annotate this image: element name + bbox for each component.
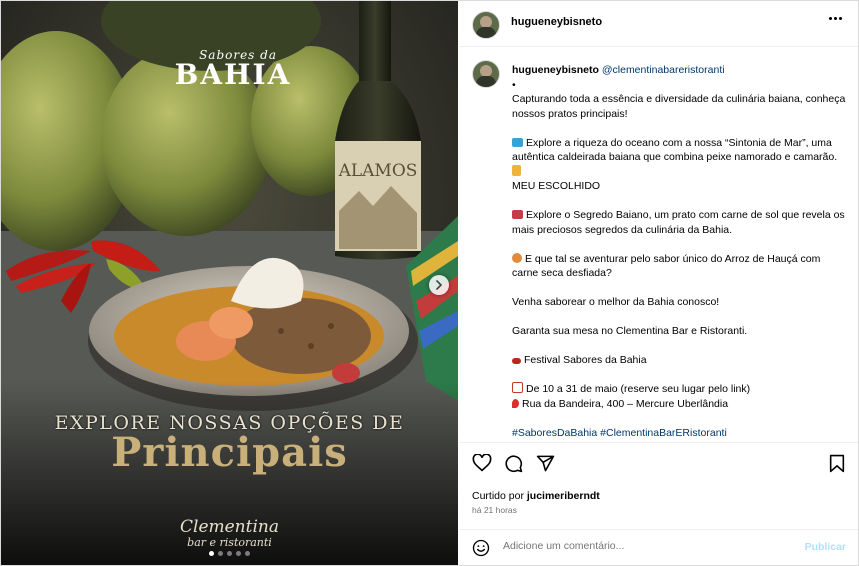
- pin-emoji: [512, 398, 519, 408]
- caption-mention[interactable]: @clementinabareristoranti: [602, 64, 725, 76]
- carousel-dots: [1, 551, 458, 556]
- carousel-dot: [227, 551, 232, 556]
- fish-emoji: [512, 137, 523, 147]
- wine-label: ALAMOS: [338, 161, 418, 181]
- header-username[interactable]: hugueneybisneto: [511, 16, 602, 28]
- post-dialog: ALAMOS Sabores da BAHIA EXPLORE NOSSAS O…: [0, 0, 859, 566]
- pepper-emoji: [512, 358, 521, 364]
- sabores-da-bahia-logo: Sabores da BAHIA: [174, 48, 292, 91]
- avatar[interactable]: [472, 11, 500, 39]
- caption-scroll-area[interactable]: hugueneybisneto @clementinabareristorant…: [459, 47, 858, 443]
- heart-icon[interactable]: [472, 454, 492, 472]
- liked-by-user[interactable]: jucimeriberndt: [527, 490, 600, 502]
- carousel-next-button[interactable]: [429, 275, 449, 295]
- post-header: hugueneybisneto: [459, 1, 858, 47]
- comment-bar: Publicar: [459, 529, 858, 565]
- carousel-dot: [209, 551, 214, 556]
- caption-username[interactable]: hugueneybisneto: [512, 64, 599, 76]
- caption-avatar[interactable]: [472, 60, 500, 88]
- next-arrow-icon: [436, 280, 443, 290]
- steak-emoji: [512, 210, 523, 219]
- bookmark-icon[interactable]: [829, 454, 845, 473]
- hashtags[interactable]: #SaboresDaBahia #ClementinaBarERistorant…: [512, 426, 847, 441]
- liked-by: Curtido por jucimeriberndt: [472, 490, 600, 502]
- carousel-dot: [218, 551, 223, 556]
- post-media[interactable]: ALAMOS Sabores da BAHIA EXPLORE NOSSAS O…: [1, 1, 458, 565]
- carousel-dot: [245, 551, 250, 556]
- caption-text: hugueneybisneto @clementinabareristorant…: [512, 64, 847, 441]
- pointing-hand-emoji: [512, 164, 521, 176]
- post-timestamp[interactable]: há 21 horas: [472, 505, 517, 515]
- comment-input[interactable]: [503, 540, 793, 552]
- action-bar: [459, 444, 858, 484]
- headline-principais: Principais: [111, 429, 348, 476]
- post-side-panel: hugueneybisneto hugueneybisneto @clement…: [459, 1, 858, 565]
- more-icon[interactable]: [829, 17, 842, 20]
- emoji-icon[interactable]: [472, 539, 490, 557]
- share-icon[interactable]: [536, 454, 555, 473]
- clementina-logo: Clementina bar e ristoranti: [180, 517, 279, 549]
- publish-button[interactable]: Publicar: [805, 541, 846, 553]
- calendar-emoji: [512, 382, 523, 393]
- comment-icon[interactable]: [504, 454, 523, 473]
- rice-emoji: [512, 252, 522, 263]
- carousel-dot: [236, 551, 241, 556]
